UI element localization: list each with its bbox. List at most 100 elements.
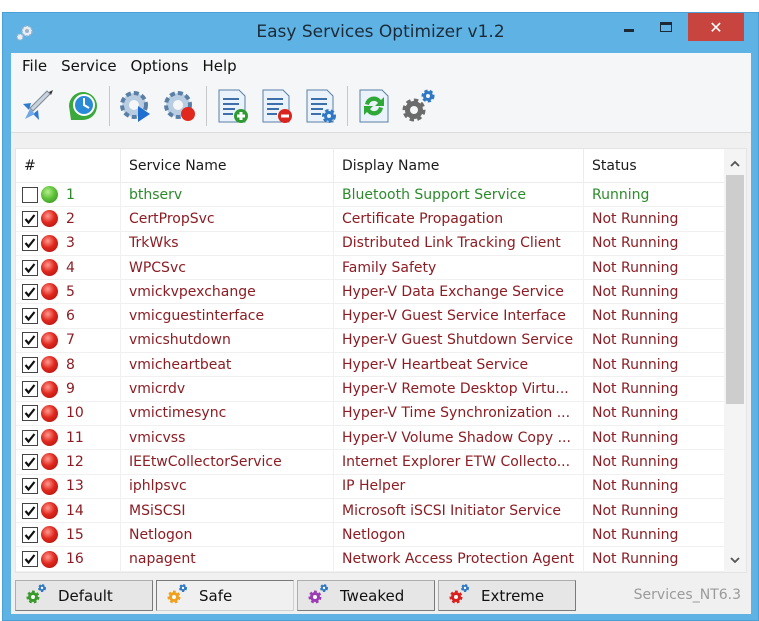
display-name-cell: Certificate Propagation [334,207,584,231]
service-row[interactable]: 10 vmictimesync Hyper-V Time Synchronizati… [16,401,726,426]
service-row[interactable]: 14 MSiSCSI Microsoft iSCSI Initiator Servi… [16,498,726,524]
service-checkbox[interactable] [22,259,38,276]
service-name-cell: vmicshutdown [121,328,334,353]
status-cell: Not Running [592,308,679,325]
service-checkbox[interactable] [22,210,38,227]
refresh-button[interactable] [354,84,394,128]
close-button[interactable]: ✕ [688,13,744,41]
service-name-cell: iphlpsvc [121,474,334,498]
column-header-display-name[interactable]: Display Name [334,149,584,183]
toolbar-separator [206,85,207,126]
service-checkbox[interactable] [22,405,38,422]
stop-service-button[interactable] [160,84,200,128]
gear-icon [24,583,48,609]
display-name-cell: Network Access Protection Agent [334,547,584,571]
service-name-cell: vmicvss [121,425,334,450]
stopped-status-icon [41,331,58,349]
service-checkbox[interactable] [22,502,38,519]
service-name-cell: TrkWks [121,231,334,255]
status-cell: Not Running [592,478,679,495]
column-header-service-name[interactable]: Service Name [121,149,334,183]
stopped-status-icon [41,210,58,228]
preset-label: Safe [199,586,233,605]
row-number: 10 [66,405,84,422]
service-checkbox[interactable] [22,478,38,495]
display-name-cell: Hyper-V Guest Service Interface [334,304,584,328]
number-cell: 13 [16,474,121,498]
column-header-number[interactable]: # [16,149,121,183]
service-row[interactable]: 8 vmicheartbeat Hyper-V Heartbeat Service N… [16,353,726,378]
preset-tweaked-button[interactable]: Tweaked [297,580,435,611]
stopped-status-icon [41,356,58,374]
service-row[interactable]: 3 TrkWks Distributed Link Tracking Client N… [16,231,726,256]
service-checkbox[interactable] [22,332,38,349]
display-name-cell: Microsoft iSCSI Initiator Service [334,498,584,523]
row-number: 3 [66,235,75,252]
restore-button[interactable] [63,84,103,128]
add-to-list-button[interactable] [213,84,253,128]
service-checkbox[interactable] [22,308,38,325]
service-name-cell: vmictimesync [121,401,334,425]
stop-service-icon [164,90,195,121]
menu-options[interactable]: Options [124,57,196,75]
display-name-cell: Hyper-V Time Synchronization ... [334,401,584,425]
edit-list-button[interactable] [301,84,341,128]
status-cell: Not Running [592,332,679,349]
stopped-status-icon [41,259,58,277]
service-row[interactable]: 1 bthserv Bluetooth Support Service Running [16,183,726,208]
service-name-cell: vmicguestinterface [121,304,334,328]
maximize-button[interactable] [651,13,681,41]
close-icon: ✕ [709,17,723,37]
service-row[interactable]: 6 vmicguestinterface Hyper-V Guest Service… [16,304,726,329]
title-bar[interactable]: Easy Services Optimizer v1.2 ✕ [3,13,758,53]
scroll-up-button[interactable] [724,153,746,173]
preset-extreme-button[interactable]: Extreme [438,580,576,611]
menu-help[interactable]: Help [195,57,243,75]
service-checkbox[interactable] [22,429,38,446]
preset-default-button[interactable]: Default [15,580,153,611]
display-name-cell: Family Safety [334,255,584,280]
scrollbar-thumb[interactable] [726,175,744,404]
service-checkbox[interactable] [22,356,38,373]
service-checkbox[interactable] [22,381,38,398]
menu-file[interactable]: File [15,57,54,75]
number-cell: 16 [16,547,121,571]
service-row[interactable]: 7 vmicshutdown Hyper-V Guest Shutdown Serv… [16,328,726,354]
optimize-button[interactable] [19,84,59,128]
service-name-cell: vmickvpexchange [121,280,334,304]
service-row[interactable]: 12 IEEtwCollectorService Internet Explorer… [16,450,726,475]
start-service-button[interactable] [116,84,156,128]
scroll-down-button[interactable] [724,550,746,570]
column-header-status[interactable]: Status [584,149,726,183]
services-version-label: Services_NT6.3 [633,587,741,603]
optimize-rocket-icon [23,89,53,120]
row-number: 2 [66,210,75,227]
display-name-cell: Hyper-V Data Exchange Service [334,280,584,304]
minimize-button[interactable] [614,13,644,41]
service-row[interactable]: 15 Netlogon Netlogon Not Running [16,523,726,548]
service-name-cell: Netlogon [121,523,334,547]
services-settings-button[interactable] [398,84,438,128]
service-row[interactable]: 11 vmicvss Hyper-V Volume Shadow Copy ... N… [16,425,726,451]
menu-service[interactable]: Service [54,57,123,75]
service-row[interactable]: 4 WPCSvc Family Safety Not Running [16,255,726,281]
service-checkbox[interactable] [22,186,38,203]
service-checkbox[interactable] [22,235,38,252]
service-checkbox[interactable] [22,283,38,300]
vertical-scrollbar[interactable] [724,149,746,572]
remove-from-list-button[interactable] [257,84,297,128]
service-checkbox[interactable] [22,526,38,543]
service-checkbox[interactable] [22,453,38,470]
service-name-cell: vmicrdv [121,377,334,401]
service-row[interactable]: 16 napagent Network Access Protection Agen… [16,547,726,572]
display-name-cell: Internet Explorer ETW Collecto... [334,450,584,474]
service-row[interactable]: 13 iphlpsvc IP Helper Not Running [16,474,726,499]
status-cell: Not Running [592,381,679,398]
service-row[interactable]: 2 CertPropSvc Certificate Propagation Not R… [16,207,726,232]
preset-safe-button[interactable]: Safe [156,580,294,611]
service-row[interactable]: 5 vmickvpexchange Hyper-V Data Exchange Se… [16,280,726,305]
gear-icon [447,583,471,609]
stopped-status-icon [41,234,58,252]
service-checkbox[interactable] [22,551,38,568]
service-row[interactable]: 9 vmicrdv Hyper-V Remote Desktop Virtu... N… [16,377,726,402]
